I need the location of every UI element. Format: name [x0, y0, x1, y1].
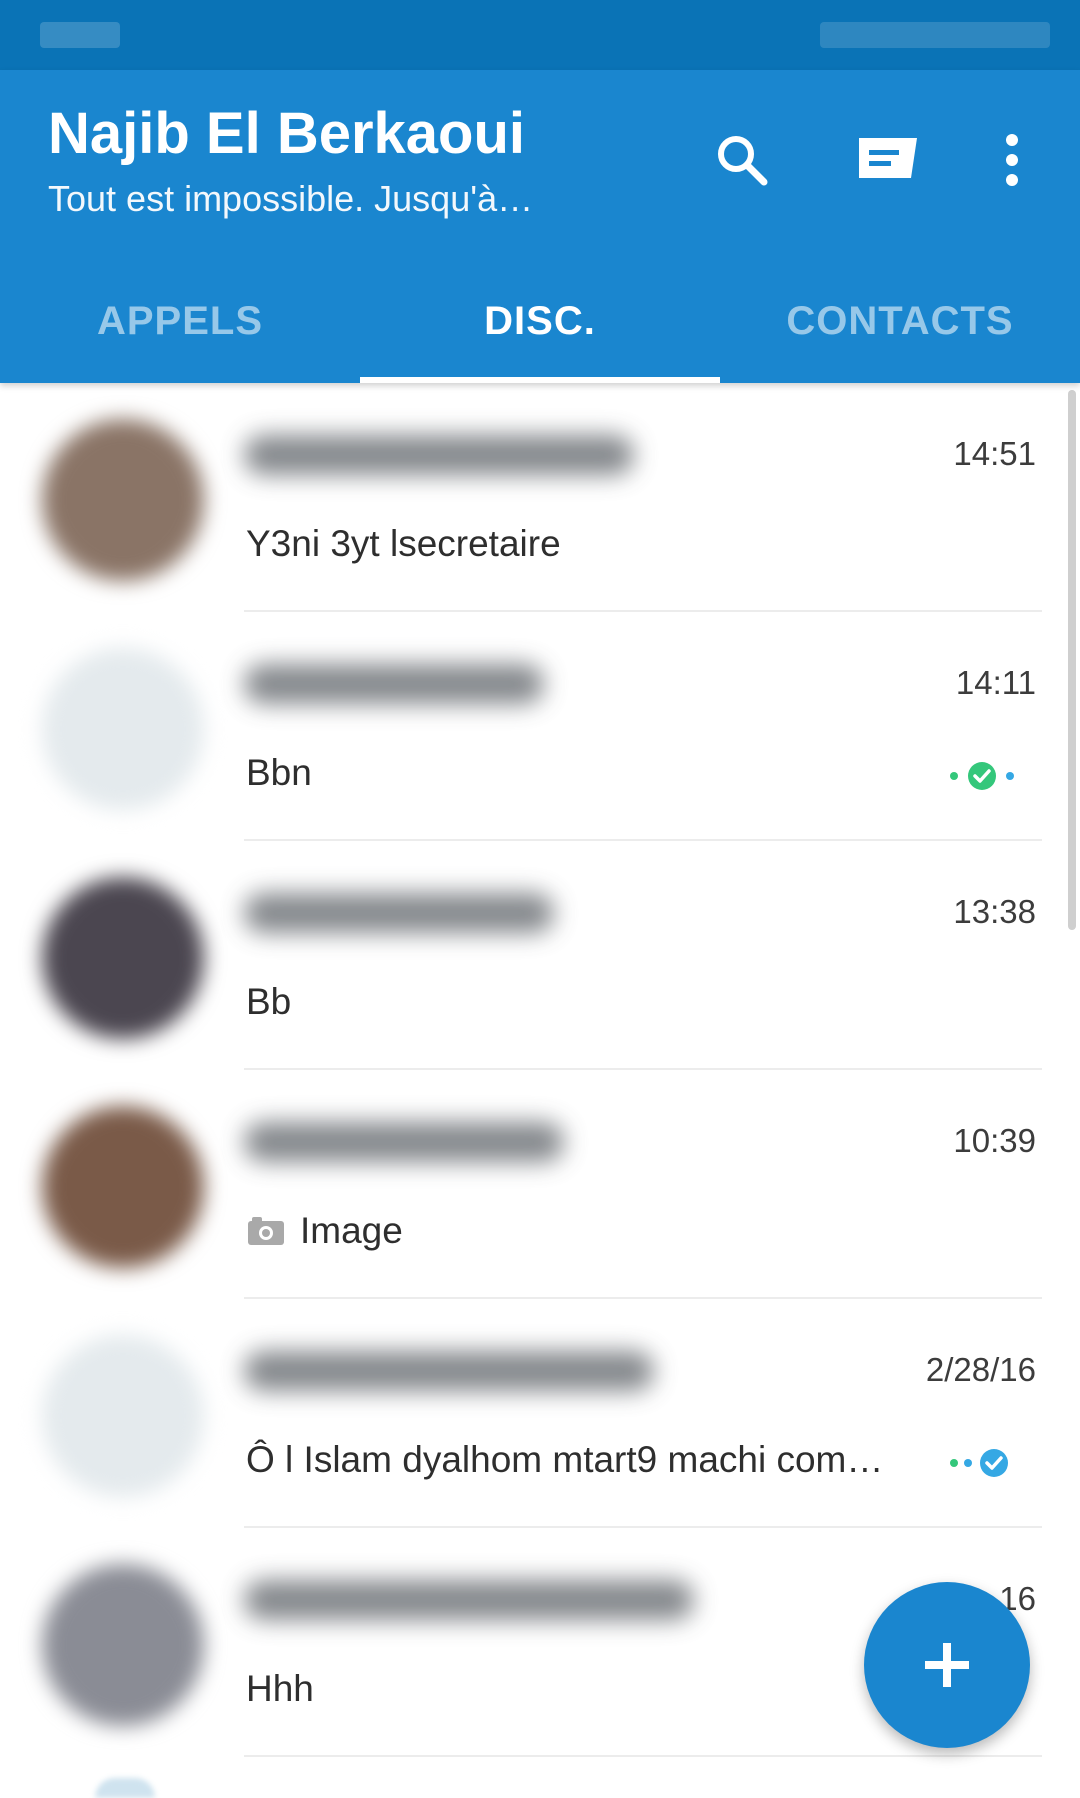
search-icon	[718, 136, 768, 186]
message-time: 13:38	[953, 893, 1036, 930]
message-preview-text: Hhh	[246, 1668, 314, 1709]
plus-icon	[925, 1643, 969, 1687]
avatar[interactable]	[95, 1778, 155, 1798]
avatar[interactable]	[42, 1564, 204, 1726]
contact-name-redacted	[244, 1122, 564, 1162]
message-preview-text: Bb	[246, 981, 292, 1022]
new-chat-fab[interactable]	[864, 1582, 1030, 1748]
avatar[interactable]	[42, 648, 204, 810]
message-time: 14:11	[955, 664, 1036, 701]
conversation-row[interactable]: 10:39 Image	[0, 1070, 1080, 1299]
message-preview-text: Ô l Islam dyalhom mtart9 machi com…	[246, 1439, 884, 1480]
tab-contacts[interactable]: CONTACTS	[720, 260, 1080, 383]
avatar[interactable]	[42, 877, 204, 1039]
avatar[interactable]	[42, 1106, 204, 1268]
more-vert-icon	[1006, 134, 1018, 186]
status-bar	[0, 0, 1080, 70]
message-preview: Image	[246, 1210, 403, 1252]
new-message-button[interactable]	[848, 120, 928, 200]
divider	[244, 1755, 1042, 1757]
app-bar: Najib El Berkaoui Tout est impossible. J…	[0, 70, 1080, 383]
conversation-row[interactable]: 14:51 Y3ni 3yt lsecretaire	[0, 383, 1080, 612]
contact-name-redacted	[244, 664, 544, 704]
tab-discussions[interactable]: DISC.	[360, 260, 720, 383]
read-check-icon	[950, 1449, 1008, 1477]
compose-icon	[859, 138, 917, 178]
avatar[interactable]	[42, 419, 204, 581]
message-preview-text: Bbn	[246, 752, 312, 793]
message-time: 14:51	[953, 435, 1036, 472]
message-preview-text: Y3ni 3yt lsecretaire	[246, 523, 561, 564]
message-preview: Bb	[246, 981, 291, 1023]
overflow-menu-button[interactable]	[972, 120, 1052, 200]
message-preview: Bbn	[246, 752, 312, 794]
status-bar-system-icons	[820, 22, 1050, 48]
avatar[interactable]	[42, 1335, 204, 1497]
conversation-row[interactable]: 13:38 Bb	[0, 841, 1080, 1070]
profile-name[interactable]: Najib El Berkaoui	[48, 100, 525, 167]
contact-name-redacted	[244, 1351, 654, 1391]
conversation-list: 14:51 Y3ni 3yt lsecretaire 14:11 Bbn 13:…	[0, 383, 1080, 1757]
message-time: 10:39	[953, 1122, 1036, 1159]
conversation-row[interactable]: 2/28/16 Ô l Islam dyalhom mtart9 machi c…	[0, 1299, 1080, 1528]
tab-bar: APPELS DISC. CONTACTS	[0, 260, 1080, 383]
message-preview: Ô l Islam dyalhom mtart9 machi com…	[246, 1439, 883, 1481]
contact-name-redacted	[244, 435, 634, 475]
message-preview: Hhh	[246, 1668, 314, 1710]
contact-name-redacted	[244, 1580, 694, 1620]
message-preview-text: Image	[300, 1210, 403, 1251]
delivered-check-icon	[950, 762, 1014, 790]
message-preview: Y3ni 3yt lsecretaire	[246, 523, 561, 565]
tab-appels[interactable]: APPELS	[0, 260, 360, 383]
scrollbar[interactable]	[1068, 390, 1076, 930]
contact-name-redacted	[244, 893, 554, 933]
search-button[interactable]	[702, 120, 782, 200]
conversation-row[interactable]: 14:11 Bbn	[0, 612, 1080, 841]
status-bar-notifications	[40, 22, 120, 48]
camera-icon	[248, 1217, 284, 1245]
message-time: 2/28/16	[925, 1351, 1036, 1388]
profile-status[interactable]: Tout est impossible. Jusqu'à…	[48, 178, 533, 220]
